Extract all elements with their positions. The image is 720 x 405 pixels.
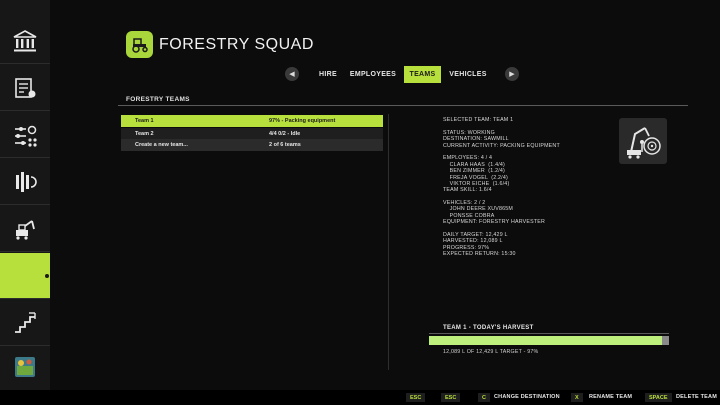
- team-row[interactable]: Team 1 97% - Packing equipment: [121, 115, 383, 127]
- section-divider: [118, 105, 688, 106]
- tab-next-button[interactable]: ▶: [505, 67, 519, 81]
- sidebar-item-vehicles[interactable]: [0, 206, 50, 252]
- excavator-icon: [16, 219, 35, 240]
- sidebar-item-forestry-active[interactable]: [0, 253, 50, 299]
- detail-line: EXPECTED RETURN: 15:30: [443, 251, 516, 258]
- tab-employees[interactable]: EMPLOYEES: [348, 66, 398, 83]
- team-name: Team 2: [135, 131, 154, 137]
- team-status: 4/4 0/2 - Idle: [269, 131, 301, 137]
- harvest-progress-fill: [429, 336, 662, 345]
- bank-icon: [13, 29, 37, 51]
- active-indicator: [45, 273, 49, 278]
- sidebar-item-settings[interactable]: [0, 112, 50, 158]
- key-hint-rename-team[interactable]: X: [571, 393, 583, 402]
- delete-team-label[interactable]: DELETE TEAM: [676, 394, 717, 400]
- key-hint-esc[interactable]: ESC: [406, 393, 426, 402]
- sidebar-item-finances[interactable]: [0, 18, 50, 64]
- tab-vehicles[interactable]: VEHICLES: [446, 66, 490, 83]
- collapse-chevron[interactable]: [0, 0, 50, 8]
- forestry-harvester-icon: [627, 127, 661, 159]
- chevron-right-icon: ▶: [509, 71, 515, 78]
- sidebar-item-contracts[interactable]: [0, 65, 50, 111]
- column-divider: [388, 114, 389, 370]
- create-team-label: Create a new team...: [135, 142, 188, 148]
- team-status: 97% - Packing equipment: [269, 118, 336, 124]
- key-hint-change-destination[interactable]: C: [478, 393, 490, 402]
- production-chain-icon: [16, 171, 37, 192]
- chevron-down-icon: [17, 0, 33, 4]
- change-destination-label[interactable]: CHANGE DESTINATION: [494, 394, 560, 400]
- contract-icon: [15, 77, 36, 98]
- team-name: Team 1: [135, 118, 154, 124]
- team-details: SELECTED TEAM: TEAM 1 STATUS: WORKING DEST…: [443, 117, 560, 258]
- team-badge: [619, 118, 667, 164]
- harvest-progress-bar: [429, 336, 669, 345]
- farm-map-icon: [15, 357, 35, 377]
- key-hint-esc-2[interactable]: ESC: [441, 393, 461, 402]
- sidebar: [0, 0, 50, 390]
- create-team-row[interactable]: Create a new team... 2 of 6 teams: [121, 139, 383, 151]
- team-count: 2 of 6 teams: [269, 142, 301, 148]
- section-title: FORESTRY TEAMS: [126, 96, 190, 103]
- stairs-growth-icon: [15, 311, 36, 333]
- rename-team-label[interactable]: RENAME TEAM: [589, 394, 632, 400]
- harvest-title: TEAM 1 - TODAY'S HARVEST: [443, 325, 534, 331]
- chevron-left-icon: ◀: [289, 71, 295, 78]
- harvest-divider: [429, 333, 669, 334]
- detail-line: CURRENT ACTIVITY: PACKING EQUIPMENT: [443, 142, 560, 149]
- key-hint-delete-team[interactable]: SPACE: [645, 393, 672, 402]
- tab-prev-button[interactable]: ◀: [285, 67, 299, 81]
- settings-sliders-icon: [15, 125, 37, 147]
- harvest-summary: 12,089 L OF 12,429 L TARGET - 97%: [443, 349, 539, 355]
- detail-line: EQUIPMENT: FORESTRY HARVESTER: [443, 219, 546, 226]
- tab-hire[interactable]: HIRE: [310, 66, 346, 83]
- tractor-icon: [131, 37, 148, 53]
- app-logo: [126, 31, 153, 58]
- sidebar-item-statistics[interactable]: [0, 300, 50, 346]
- sidebar-item-production[interactable]: [0, 159, 50, 205]
- tab-teams[interactable]: TEAMS: [404, 66, 441, 83]
- sidebar-item-map[interactable]: [0, 347, 50, 387]
- page-title: FORESTRY SQUAD: [159, 36, 314, 53]
